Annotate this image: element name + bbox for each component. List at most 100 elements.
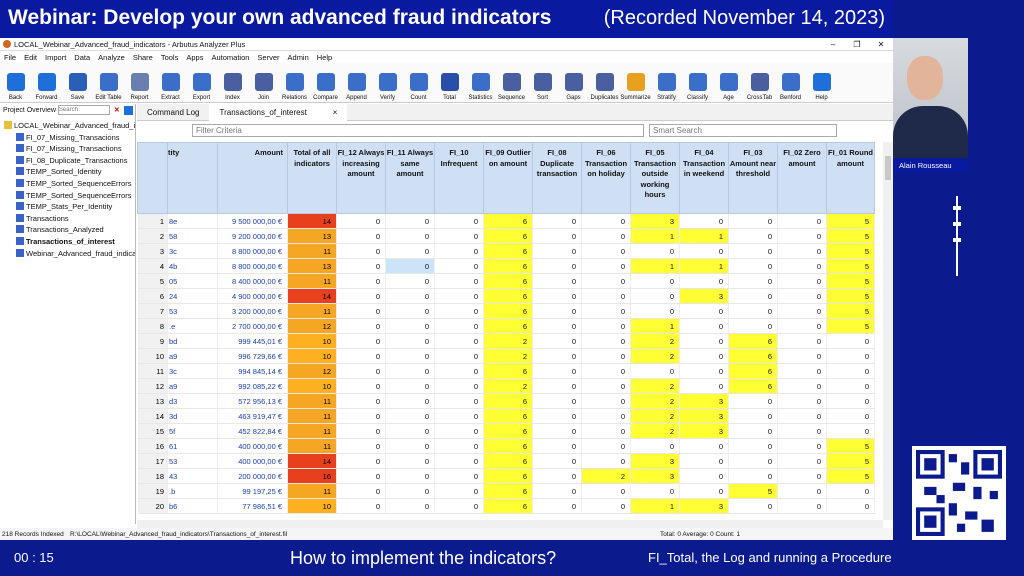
table-cell[interactable]: 0 [336, 318, 386, 334]
table-cell[interactable]: 0 [728, 438, 778, 454]
table-cell[interactable]: 0 [728, 228, 778, 244]
table-cell[interactable]: 0 [532, 288, 582, 304]
table-cell[interactable]: 11 [287, 483, 337, 499]
table-cell[interactable]: 24 [167, 288, 218, 304]
toolbar-save-button[interactable]: Save [62, 63, 93, 103]
table-cell[interactable]: 0 [336, 258, 386, 274]
table-cell[interactable]: 5 [826, 453, 875, 469]
column-header[interactable]: FI_08 Duplicate transaction [532, 142, 582, 214]
table-cell[interactable]: 0 [434, 213, 484, 229]
table-cell[interactable]: 0 [532, 243, 582, 259]
toolbar-help-button[interactable]: Help [806, 63, 837, 103]
table-cell[interactable]: 0 [581, 408, 631, 424]
table-row[interactable]: 8 .e 2 700 000,00 €12 0 0 0 6 0 0 1 0 0 0 5 [137, 318, 875, 334]
table-cell[interactable]: 0 [385, 318, 435, 334]
table-cell[interactable]: 0 [532, 453, 582, 469]
table-cell[interactable]: 0 [777, 243, 827, 259]
table-cell[interactable]: 10 [287, 333, 337, 349]
table-cell[interactable]: 0 [532, 378, 582, 394]
table-cell[interactable]: 0 [679, 213, 729, 229]
table-cell[interactable]: 18 [137, 468, 168, 484]
table-cell[interactable]: 0 [532, 273, 582, 289]
table-cell[interactable]: 0 [826, 363, 875, 379]
table-cell[interactable]: 0 [728, 393, 778, 409]
table-cell[interactable]: 0 [336, 498, 386, 514]
table-cell[interactable]: 16 [287, 468, 337, 484]
table-row[interactable]: 20 b6 77 986,51 €10 0 0 0 6 0 0 1 3 0 0 0 [137, 498, 875, 514]
table-cell[interactable]: 0 [434, 273, 484, 289]
table-cell[interactable]: 5 [728, 483, 778, 499]
table-cell[interactable]: 12 [287, 318, 337, 334]
table-cell[interactable]: 0 [434, 438, 484, 454]
toolbar-verify-button[interactable]: Verify [372, 63, 403, 103]
table-row[interactable]: 11 3c 994 845,14 €12 0 0 0 6 0 0 0 0 6 0 0 [137, 363, 875, 379]
table-cell[interactable]: 0 [728, 243, 778, 259]
table-cell[interactable]: 0 [826, 423, 875, 439]
project-item[interactable]: TEMP_Stats_Per_Identity [0, 201, 135, 213]
table-cell[interactable]: 0 [728, 453, 778, 469]
menu-item-automation[interactable]: Automation [207, 53, 253, 62]
table-cell[interactable]: 4 [137, 258, 168, 274]
table-cell[interactable]: 0 [777, 453, 827, 469]
table-cell[interactable]: 0 [826, 408, 875, 424]
table-cell[interactable]: 5 [826, 258, 875, 274]
table-cell[interactable]: 6 [483, 303, 533, 319]
table-cell[interactable]: 0 [532, 363, 582, 379]
table-cell[interactable]: 5 [137, 273, 168, 289]
table-cell[interactable]: 0 [532, 423, 582, 439]
table-cell[interactable]: 0 [336, 288, 386, 304]
table-cell[interactable]: 3 [630, 453, 680, 469]
table-cell[interactable]: 999 445,01 € [217, 333, 288, 349]
menu-item-share[interactable]: Share [129, 53, 157, 62]
column-header[interactable]: FI_09 Outlier on amount [483, 142, 533, 214]
table-cell[interactable]: 6 [483, 498, 533, 514]
toolbar-export-button[interactable]: Export [186, 63, 217, 103]
project-item[interactable]: Transactions [0, 213, 135, 225]
table-cell[interactable]: 0 [336, 363, 386, 379]
table-cell[interactable]: 3 [679, 423, 729, 439]
column-header[interactable]: FI_11 Always same amount [385, 142, 435, 214]
table-cell[interactable]: 0 [826, 348, 875, 364]
table-row[interactable]: 6 24 4 900 000,00 €14 0 0 0 6 0 0 0 3 0 0 5 [137, 288, 875, 304]
table-cell[interactable]: 0 [434, 393, 484, 409]
table-cell[interactable]: 11 [287, 303, 337, 319]
table-cell[interactable]: 0 [777, 423, 827, 439]
table-cell[interactable]: 0 [581, 483, 631, 499]
table-cell[interactable]: 0 [434, 423, 484, 439]
table-cell[interactable]: 0 [434, 378, 484, 394]
table-cell[interactable]: 3c [167, 243, 218, 259]
table-row[interactable]: 2 58 9 200 000,00 €13 0 0 0 6 0 0 1 1 0 0 5 [137, 228, 875, 244]
data-grid[interactable]: tity Amount Total of all indicators FI_12 A… [137, 142, 883, 520]
table-cell[interactable]: 0 [336, 468, 386, 484]
table-cell[interactable]: 0 [581, 213, 631, 229]
table-cell[interactable]: 0 [777, 228, 827, 244]
table-cell[interactable]: 0 [385, 423, 435, 439]
table-cell[interactable]: 0 [532, 228, 582, 244]
table-cell[interactable]: 992 085,22 € [217, 378, 288, 394]
table-cell[interactable]: b6 [167, 498, 218, 514]
column-header[interactable]: FI_05 Transaction outside working hours [630, 142, 680, 214]
column-header[interactable]: FI_01 Round amount [826, 142, 875, 214]
table-cell[interactable]: 14 [137, 408, 168, 424]
table-cell[interactable]: 1 [630, 498, 680, 514]
column-header[interactable]: FI_06 Transaction on holiday [581, 142, 631, 214]
table-cell[interactable]: 1 [679, 228, 729, 244]
table-cell[interactable]: .b [167, 483, 218, 499]
table-row[interactable]: 3 3c 8 800 000,00 €11 0 0 0 6 0 0 0 0 0 0 5 [137, 243, 875, 259]
table-cell[interactable]: d3 [167, 393, 218, 409]
menu-item-import[interactable]: Import [41, 53, 70, 62]
table-cell[interactable]: 6 [728, 378, 778, 394]
table-cell[interactable]: 0 [434, 363, 484, 379]
table-cell[interactable]: 0 [336, 213, 386, 229]
table-cell[interactable]: 0 [385, 468, 435, 484]
table-cell[interactable]: 6 [483, 363, 533, 379]
table-row[interactable]: 7 53 3 200 000,00 €11 0 0 0 6 0 0 0 0 0 0 5 [137, 303, 875, 319]
project-item[interactable]: FI_08_Duplicate_Transactions [0, 155, 135, 167]
toolbar-summarize-button[interactable]: Summarize [620, 63, 651, 103]
table-cell[interactable]: 1 [630, 318, 680, 334]
table-cell[interactable]: 5 [826, 303, 875, 319]
table-cell[interactable]: 10 [287, 498, 337, 514]
table-cell[interactable]: 0 [679, 438, 729, 454]
column-header[interactable]: tity [167, 142, 218, 214]
table-row[interactable]: 10 a9 996 729,66 €10 0 0 0 2 0 0 2 0 6 0 0 [137, 348, 875, 364]
